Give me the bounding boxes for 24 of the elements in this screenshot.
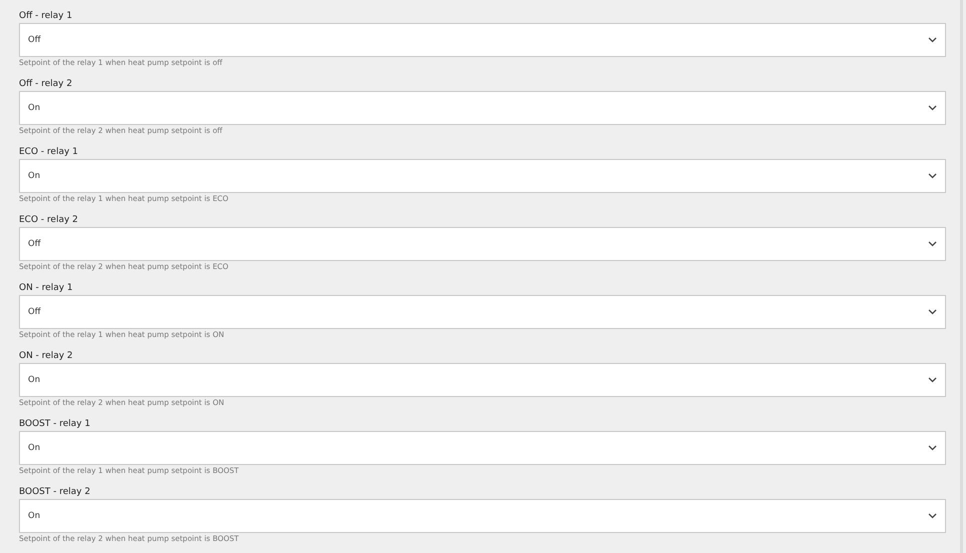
field-label: BOOST - relay 1 bbox=[19, 418, 92, 431]
field-label: ECO - relay 1 bbox=[19, 146, 79, 159]
dropdown-field[interactable]: Off bbox=[19, 227, 946, 261]
chevron-down-icon bbox=[928, 241, 937, 247]
dropdown-field[interactable]: Off bbox=[19, 295, 946, 329]
chevron-down-icon bbox=[928, 37, 937, 43]
chevron-down-icon bbox=[928, 105, 937, 111]
field-label: Off - relay 1 bbox=[19, 10, 74, 23]
chevron-down-icon bbox=[928, 513, 937, 519]
chevron-down-icon bbox=[928, 445, 937, 451]
chevron-down-icon bbox=[928, 377, 937, 383]
field-label: BOOST - relay 2 bbox=[19, 486, 92, 499]
dropdown-field[interactable]: On bbox=[19, 499, 946, 533]
chevron-down-icon bbox=[928, 173, 937, 179]
chevron-down-icon bbox=[928, 309, 937, 315]
field-label: ECO - relay 2 bbox=[19, 214, 79, 227]
dropdown-field[interactable]: On bbox=[19, 91, 946, 125]
dropdown-field[interactable]: On bbox=[19, 363, 946, 397]
field-label: ON - relay 1 bbox=[19, 282, 74, 295]
dropdown-field[interactable]: On bbox=[19, 431, 946, 465]
dropdown-field[interactable]: On bbox=[19, 159, 946, 193]
field-label: Off - relay 2 bbox=[19, 78, 74, 91]
dropdown-field[interactable]: Off bbox=[19, 23, 946, 57]
field-label: ON - relay 2 bbox=[19, 350, 74, 363]
